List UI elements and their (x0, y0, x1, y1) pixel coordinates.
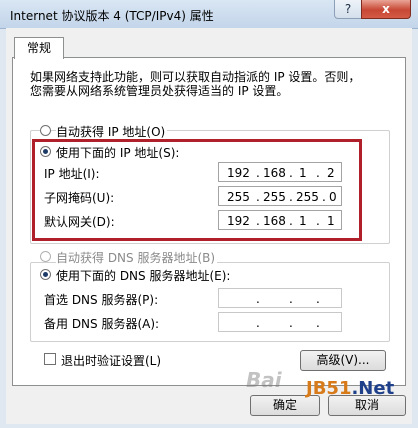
watermark-brand: Bai (246, 368, 282, 392)
alternate-dns-label: 备用 DNS 服务器(A): (44, 317, 160, 331)
watermark-site: JB51.Net (306, 378, 395, 399)
radio-manual-dns[interactable] (40, 269, 51, 280)
ip-address-field[interactable]: 192. 168. 1. 2 (218, 162, 342, 182)
default-gateway-field[interactable]: 192. 168. 1. 1 (218, 210, 342, 230)
close-button[interactable]: x (361, 0, 411, 19)
description-line-2: 您需要从网络系统管理员处获得适当的 IP 设置。 (30, 84, 289, 98)
tab-general[interactable]: 常规 (14, 37, 64, 59)
title-bar: Internet 协议版本 4 (TCP/IPv4) 属性 ? x (0, 0, 418, 29)
ip-address-label: IP 地址(I): (44, 167, 100, 181)
validate-on-exit-checkbox[interactable] (44, 353, 56, 365)
help-button[interactable]: ? (334, 0, 362, 19)
auto-ip-label[interactable]: 自动获得 IP 地址(O) (56, 123, 168, 140)
preferred-dns-field[interactable]: . . . (218, 288, 342, 308)
manual-dns-label[interactable]: 使用下面的 DNS 服务器地址(E): (56, 267, 233, 284)
subnet-mask-label: 子网掩码(U): (44, 191, 115, 205)
validate-on-exit-label[interactable]: 退出时验证设置(L) (61, 352, 161, 369)
window-title: Internet 协议版本 4 (TCP/IPv4) 属性 (10, 9, 214, 23)
alternate-dns-field[interactable]: . . . (218, 312, 342, 332)
radio-auto-ip[interactable] (40, 125, 51, 136)
radio-auto-dns[interactable] (40, 251, 51, 262)
default-gateway-label: 默认网关(D): (44, 215, 115, 229)
auto-dns-label[interactable]: 自动获得 DNS 服务器地址(B) (56, 249, 218, 266)
preferred-dns-label: 首选 DNS 服务器(P): (44, 293, 159, 307)
subnet-mask-field[interactable]: 255. 255. 255. 0 (218, 186, 342, 206)
advanced-button[interactable]: 高级(V)... (300, 350, 386, 371)
